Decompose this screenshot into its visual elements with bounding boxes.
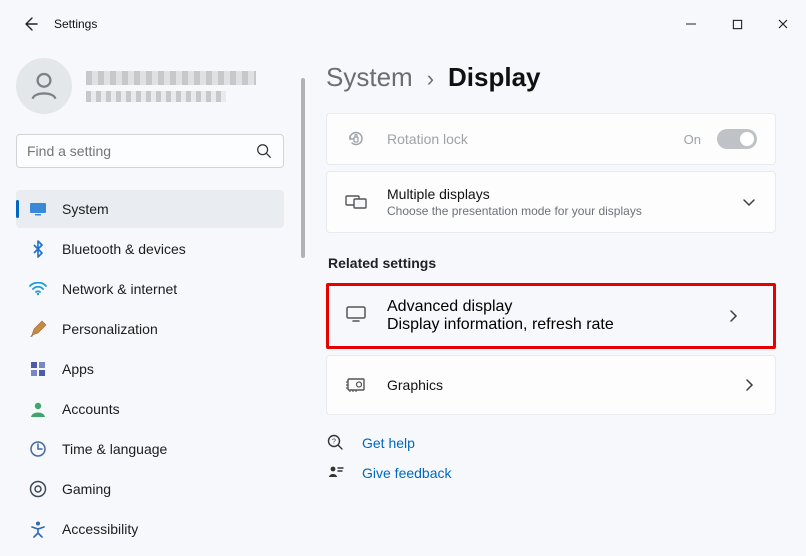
close-button[interactable] [760,0,806,48]
card-desc: Choose the presentation mode for your di… [387,204,741,218]
user-text [86,71,284,102]
wifi-icon [28,279,48,299]
sidebar-item-label: System [62,201,272,217]
sidebar: System Bluetooth & devices Network & int… [0,48,300,556]
sidebar-item-label: Accounts [62,401,272,417]
maximize-button[interactable] [714,0,760,48]
account-icon [28,399,48,419]
sidebar-item-time-language[interactable]: Time & language [16,430,284,468]
card-title: Graphics [387,377,741,393]
monitor-icon [28,199,48,219]
person-icon [27,69,61,103]
toggle-state-label: On [684,132,701,147]
card-multiple-displays[interactable]: Multiple displays Choose the presentatio… [326,171,776,233]
sidebar-item-label: Accessibility [62,521,272,537]
user-header[interactable] [16,58,284,114]
search-box[interactable] [16,134,284,168]
rotation-lock-toggle [717,129,757,149]
accessibility-icon [28,519,48,539]
card-title: Rotation lock [387,131,684,147]
highlight-box: Advanced display Display information, re… [326,283,776,349]
user-email-redacted [86,91,226,102]
sidebar-item-accounts[interactable]: Accounts [16,390,284,428]
main-pane: System › Display Rotation lock On Multip… [306,48,806,556]
card-rotation-lock: Rotation lock On [326,113,776,165]
help-icon: ? [326,433,346,453]
give-feedback-link[interactable]: Give feedback [362,465,452,481]
card-title: Multiple displays [387,186,741,202]
sidebar-item-gaming[interactable]: Gaming [16,470,284,508]
back-arrow-icon [22,16,38,32]
sidebar-item-label: Personalization [62,321,272,337]
get-help-link[interactable]: Get help [362,435,415,451]
bluetooth-icon [28,239,48,259]
sidebar-item-label: Gaming [62,481,272,497]
get-help-row[interactable]: ? Get help [326,433,776,453]
page-title: Display [448,62,541,93]
chevron-right-icon [725,308,741,324]
feedback-icon [326,463,346,483]
sidebar-nav: System Bluetooth & devices Network & int… [16,190,284,548]
maximize-icon [732,19,743,30]
sidebar-item-label: Bluetooth & devices [62,241,272,257]
minimize-icon [685,18,697,30]
card-desc: Display information, refresh rate [387,316,614,334]
chevron-down-icon [741,194,757,210]
globe-clock-icon [28,439,48,459]
user-name-redacted [86,71,256,85]
avatar [16,58,72,114]
gaming-icon [28,479,48,499]
sidebar-item-label: Time & language [62,441,272,457]
titlebar: Settings [0,0,806,48]
card-graphics[interactable]: Graphics [326,355,776,415]
multiple-displays-icon [345,191,367,213]
sidebar-item-network[interactable]: Network & internet [16,270,284,308]
back-button[interactable] [20,14,40,34]
search-icon [255,142,273,160]
breadcrumb-parent[interactable]: System [326,62,413,93]
app-title: Settings [54,17,97,31]
window-controls [668,0,806,48]
rotation-lock-icon [345,128,367,150]
apps-icon [28,359,48,379]
breadcrumb-separator: › [427,66,434,92]
close-icon [777,18,789,30]
sidebar-item-bluetooth[interactable]: Bluetooth & devices [16,230,284,268]
sidebar-item-label: Apps [62,361,272,377]
scrollbar-handle[interactable] [301,78,305,258]
card-title: Advanced display [387,298,614,316]
display-icon [345,305,367,328]
gpu-icon [345,374,367,396]
sidebar-item-label: Network & internet [62,281,272,297]
svg-text:?: ? [332,439,336,446]
section-related-settings: Related settings [328,255,776,271]
sidebar-item-accessibility[interactable]: Accessibility [16,510,284,548]
give-feedback-row[interactable]: Give feedback [326,463,776,483]
minimize-button[interactable] [668,0,714,48]
chevron-right-icon [741,377,757,393]
card-advanced-display[interactable]: Advanced display Display information, re… [329,286,693,346]
sidebar-item-apps[interactable]: Apps [16,350,284,388]
sidebar-item-system[interactable]: System [16,190,284,228]
breadcrumb: System › Display [326,62,776,93]
search-input[interactable] [27,143,255,159]
brush-icon [28,319,48,339]
sidebar-item-personalization[interactable]: Personalization [16,310,284,348]
